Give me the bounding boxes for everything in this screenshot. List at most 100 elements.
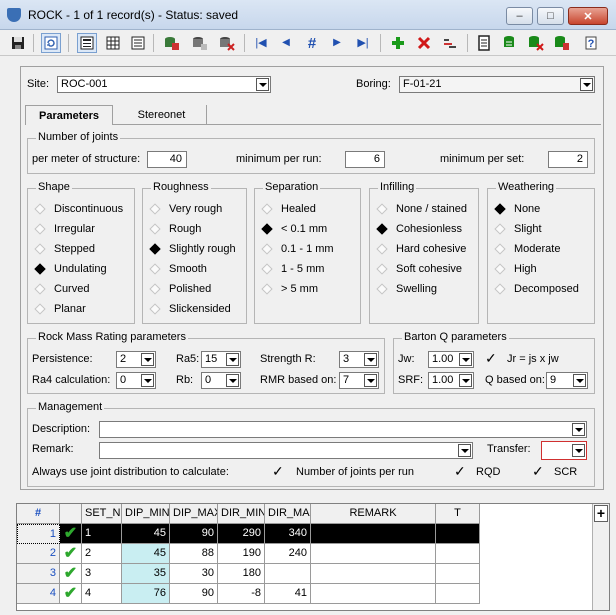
grid-header-dir-max[interactable]: DIR_MAX	[265, 504, 311, 524]
shape-option[interactable]: Discontinuous	[34, 201, 123, 217]
grid-header-set-no[interactable]: SET_NO	[82, 504, 122, 524]
ra5-select[interactable]: 15	[201, 351, 241, 368]
table-cell-set-no[interactable]: 4	[82, 584, 122, 604]
roughness-option[interactable]: Rough	[149, 221, 201, 237]
save-icon[interactable]	[8, 33, 28, 53]
shape-option[interactable]: Irregular	[34, 221, 95, 237]
min-run-input[interactable]: 6	[345, 151, 385, 168]
table-cell-dir-max[interactable]: 240	[265, 544, 311, 564]
table-cell-dip-max[interactable]: 90	[170, 584, 218, 604]
per-meter-input[interactable]: 40	[147, 151, 187, 168]
form-view-icon[interactable]	[77, 33, 97, 53]
site-select[interactable]: ROC-001	[57, 76, 271, 93]
roughness-option[interactable]: Slickensided	[149, 301, 231, 317]
minimize-button[interactable]: –	[506, 7, 533, 25]
table-cell-dip-min[interactable]: 45	[122, 524, 170, 544]
separation-option[interactable]: 0.1 - 1 mm	[261, 241, 334, 257]
grid-header-remark[interactable]: REMARK	[311, 504, 436, 524]
table-cell-set-no[interactable]: 1	[82, 524, 122, 544]
infilling-option[interactable]: Soft cohesive	[376, 261, 462, 277]
weathering-option[interactable]: High	[494, 261, 537, 277]
grid-header-dip-min[interactable]: DIP_MIN	[122, 504, 170, 524]
weathering-option[interactable]: None	[494, 201, 540, 217]
table-cell-t[interactable]	[436, 584, 480, 604]
description-select[interactable]	[99, 421, 587, 438]
table-cell-set-no[interactable]: 2	[82, 544, 122, 564]
delete-icon[interactable]	[414, 33, 434, 53]
table-row-number[interactable]: 2	[17, 544, 60, 564]
db-icon[interactable]	[162, 33, 182, 53]
refresh-icon[interactable]	[41, 33, 61, 53]
table-cell-dir-min[interactable]: -8	[218, 584, 265, 604]
table-cell-dip-max[interactable]: 90	[170, 524, 218, 544]
report-icon[interactable]	[474, 33, 494, 53]
infilling-option[interactable]: Cohesionless	[376, 221, 462, 237]
grid-view-icon[interactable]	[103, 33, 123, 53]
joints-per-run-checkbox[interactable]: ✓	[272, 464, 284, 478]
tab-stereonet[interactable]: Stereonet	[117, 105, 207, 125]
rmr-based-select[interactable]: 7	[339, 372, 379, 389]
db-link-icon[interactable]	[552, 33, 572, 53]
table-cell-dir-min[interactable]: 180	[218, 564, 265, 584]
table-row-number[interactable]: 3	[17, 564, 60, 584]
grid-header-number[interactable]: #	[17, 504, 60, 524]
shape-option[interactable]: Planar	[34, 301, 86, 317]
jr-checkbox[interactable]: ✓	[485, 351, 497, 365]
table-cell-dir-min[interactable]: 290	[218, 524, 265, 544]
close-button[interactable]: ✕	[568, 7, 608, 25]
maximize-button[interactable]: □	[537, 7, 564, 25]
separation-option[interactable]: Healed	[261, 201, 316, 217]
table-cell-dip-min[interactable]: 76	[122, 584, 170, 604]
table-cell-remark[interactable]	[311, 564, 436, 584]
table-cell-dir-min[interactable]: 190	[218, 544, 265, 564]
strength-select[interactable]: 3	[339, 351, 379, 368]
separation-option[interactable]: 1 - 5 mm	[261, 261, 324, 277]
jw-select[interactable]: 1.00	[428, 351, 474, 368]
table-row-number[interactable]: 4	[17, 584, 60, 604]
table-cell-dip-max[interactable]: 88	[170, 544, 218, 564]
weathering-option[interactable]: Decomposed	[494, 281, 579, 297]
help-icon[interactable]: ?	[581, 33, 601, 53]
scr-checkbox[interactable]: ✓	[532, 464, 544, 478]
ra4-select[interactable]: 0	[116, 372, 156, 389]
sort-icon[interactable]	[440, 33, 460, 53]
db-remove-icon[interactable]	[526, 33, 546, 53]
add-row-button[interactable]: +	[594, 505, 608, 522]
separation-option[interactable]: < 0.1 mm	[261, 221, 327, 237]
table-cell-dir-max[interactable]: 41	[265, 584, 311, 604]
remark-select[interactable]	[99, 442, 473, 459]
shape-option[interactable]: Undulating	[34, 261, 107, 277]
grid-header-dip-max[interactable]: DIP_MAX	[170, 504, 218, 524]
prev-record-icon[interactable]: ◀	[276, 33, 296, 53]
infilling-option[interactable]: Hard cohesive	[376, 241, 466, 257]
shape-option[interactable]: Curved	[34, 281, 89, 297]
first-record-icon[interactable]: |◀	[251, 33, 271, 53]
rb-select[interactable]: 0	[201, 372, 241, 389]
table-row-number[interactable]: 1	[17, 524, 60, 544]
roughness-option[interactable]: Slightly rough	[149, 241, 236, 257]
grid-header-dir-min[interactable]: DIR_MIN	[218, 504, 265, 524]
table-cell-t[interactable]	[436, 544, 480, 564]
list-view-icon[interactable]	[128, 33, 148, 53]
last-record-icon[interactable]: ▶|	[353, 33, 373, 53]
table-cell-t[interactable]	[436, 564, 480, 584]
table-cell-dir-max[interactable]	[265, 564, 311, 584]
grid-scrollbar[interactable]: +	[592, 504, 609, 610]
table-cell-dip-min[interactable]: 45	[122, 544, 170, 564]
table-cell-remark[interactable]	[311, 584, 436, 604]
roughness-option[interactable]: Polished	[149, 281, 211, 297]
roughness-option[interactable]: Very rough	[149, 201, 222, 217]
srf-select[interactable]: 1.00	[428, 372, 474, 389]
roughness-option[interactable]: Smooth	[149, 261, 207, 277]
shape-option[interactable]: Stepped	[34, 241, 95, 257]
rqd-checkbox[interactable]: ✓	[454, 464, 466, 478]
next-record-icon[interactable]: ▶	[327, 33, 347, 53]
table-cell-set-no[interactable]: 3	[82, 564, 122, 584]
db-delete-icon[interactable]	[217, 33, 237, 53]
boring-select[interactable]: F-01-21	[399, 76, 595, 93]
table-cell-dip-max[interactable]: 30	[170, 564, 218, 584]
grid-header-t[interactable]: T	[436, 504, 480, 524]
persistence-select[interactable]: 2	[116, 351, 156, 368]
tab-parameters[interactable]: Parameters	[25, 105, 113, 125]
db2-icon[interactable]	[190, 33, 210, 53]
